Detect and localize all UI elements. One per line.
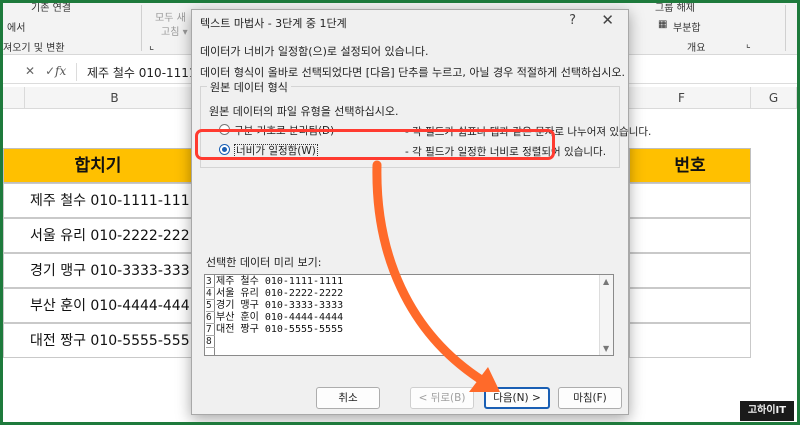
back-button[interactable]: < 뒤로(B) [410, 387, 474, 409]
next-button[interactable]: 다음(N) > [484, 387, 550, 409]
dialog-launcher-icon[interactable]: ⌞ [149, 39, 154, 52]
subtotal-icon: ▦ [658, 19, 668, 30]
preview-row-number: 3 [206, 276, 215, 288]
preview-line: 경기 맹구 010-3333-3333 [216, 300, 344, 311]
outline-group-label: 개요 [687, 43, 706, 54]
text-import-wizard-dialog: 텍스트 마법사 - 3단계 중 1단계 ? ✕ 데이터가 너비가 일정함(으)로… [191, 9, 651, 415]
table-row-cell[interactable]: 대전 짱구 010-5555-555 [3, 323, 193, 358]
screenshot-frame: 기존 연결 에서 져오기 및 변환 ⌞ 모두 새 고침 ▾ 그룹 해제 ▦ 부분… [0, 0, 800, 425]
refresh-dropdown[interactable]: 고침 ▾ [161, 23, 188, 38]
watermark-logo: 고하이IT [740, 401, 794, 421]
preview-row-number: 6 [206, 312, 215, 324]
close-icon[interactable]: ✕ [601, 11, 614, 29]
outline-launcher-icon[interactable]: ⌞ [746, 39, 751, 50]
ribbon-separator [141, 5, 142, 51]
cancel-button[interactable]: 취소 [316, 387, 380, 409]
preview-line: 대전 짱구 010-5555-5555 [216, 324, 344, 335]
group-instruction: 원본 데이터의 파일 유형을 선택하십시오. [209, 105, 399, 118]
number-cell[interactable] [629, 218, 751, 253]
select-all-corner[interactable] [3, 87, 25, 109]
preview-row-number: 7 [206, 324, 215, 336]
preview-label: 선택한 데이터 미리 보기: [206, 256, 322, 269]
scroll-down-icon[interactable]: ▼ [603, 344, 609, 353]
table-row-cell[interactable]: 부산 훈이 010-4444-444 [3, 288, 193, 323]
number-cell[interactable] [629, 253, 751, 288]
dialog-info-line: 데이터가 너비가 일정함(으)로 설정되어 있습니다. [200, 45, 429, 58]
ungroup-button[interactable]: 그룹 해제 [655, 3, 695, 14]
existing-connections-button[interactable]: 기존 연결 [31, 3, 71, 14]
preview-line: 제주 철수 010-1111-1111 [216, 276, 344, 287]
preview-row-number: 5 [206, 300, 215, 312]
formula-separator [76, 63, 77, 81]
ribbon-separator [785, 5, 786, 51]
refresh-all-button[interactable]: 모두 새 [155, 9, 186, 24]
cancel-icon[interactable]: ✕ [25, 64, 45, 78]
preview-row-number: 8 [206, 336, 215, 348]
finish-button[interactable]: 마침(F) [558, 387, 622, 409]
table-row-cell[interactable]: 경기 맹구 010-3333-333 [3, 253, 193, 288]
scroll-up-icon[interactable]: ▲ [603, 277, 609, 286]
data-preview[interactable]: 3 4 5 6 7 8 제주 철수 010-1111-1111 서울 유리 01… [204, 274, 614, 356]
table-row-cell[interactable]: 서울 유리 010-2222-222 [3, 218, 193, 253]
formula-input[interactable]: 제주 철수 010-1111- [87, 64, 201, 81]
column-header-f[interactable]: F [613, 87, 751, 109]
table-row-cell[interactable]: 제주 철수 010-1111-111 [3, 183, 193, 218]
insert-function-icon[interactable]: fx [55, 64, 66, 78]
number-cell[interactable] [629, 183, 751, 218]
group-title: 원본 데이터 형식 [207, 79, 291, 95]
dialog-title: 텍스트 마법사 - 3단계 중 1단계 [200, 17, 347, 30]
preview-line: 부산 훈이 010-4444-4444 [216, 312, 344, 323]
dialog-instruction-line: 데이터 형식이 올바로 선택되었다면 [다음] 단추를 누르고, 아닐 경우 적… [200, 66, 625, 79]
preview-scrollbar[interactable]: ▲ ▼ [599, 275, 613, 355]
help-icon[interactable]: ? [569, 13, 576, 28]
get-transform-group-label: 져오기 및 변환 [3, 43, 65, 54]
number-cell[interactable] [629, 288, 751, 323]
preview-line: 서울 유리 010-2222-2222 [216, 288, 344, 299]
subtotal-button[interactable]: 부분합 [673, 19, 701, 34]
column-header-g[interactable]: G [751, 87, 797, 109]
number-cell[interactable] [629, 323, 751, 358]
header-cell-merge[interactable]: 합치기 [3, 148, 193, 183]
header-cell-number[interactable]: 번호 [629, 148, 751, 183]
highlight-box [195, 129, 555, 160]
preview-row-number: 4 [206, 288, 215, 300]
from-source-button[interactable]: 에서 [7, 19, 25, 34]
column-header-b[interactable]: B [25, 87, 205, 109]
